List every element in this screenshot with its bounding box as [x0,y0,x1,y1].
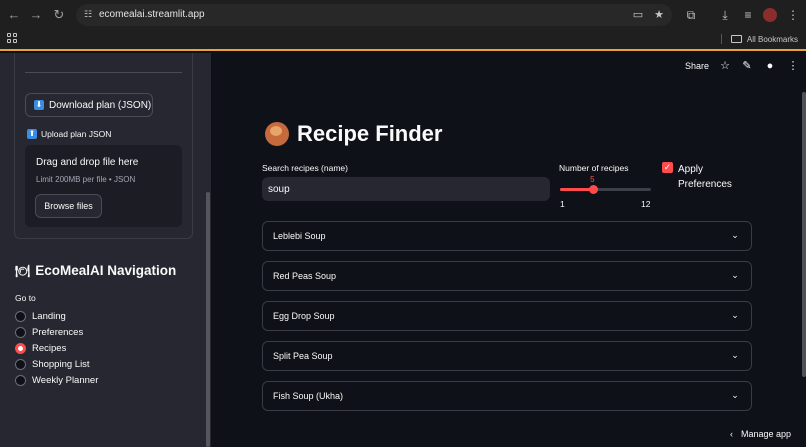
apply-preferences-checkbox[interactable]: ✓ [662,162,673,173]
chevron-down-icon: ⌄ [731,270,739,280]
chevron-left-icon: ‹ [730,429,733,439]
nav-item-label: Shopping List [32,359,90,370]
download-icon: ⬇ [34,100,44,110]
page-title-text: Recipe Finder [297,121,443,146]
nav-item-shopping-list[interactable]: Shopping List [15,359,90,370]
recipe-expander[interactable]: Split Pea Soup ⌄ [262,341,752,371]
folder-icon [730,35,742,43]
nav-item-weekly-planner[interactable]: Weekly Planner [15,375,98,386]
nav-item-landing[interactable]: Landing [15,311,66,322]
divider [25,72,182,73]
radio-icon[interactable] [15,327,26,338]
profile-avatar[interactable] [763,8,777,22]
divider [720,34,722,44]
back-icon[interactable]: ← [6,7,22,23]
star-icon[interactable]: ☆ [718,59,732,73]
nav-item-label: Preferences [32,327,84,338]
manage-app-label: Manage app [741,429,792,439]
chef-icon [265,122,289,146]
forward-icon[interactable]: → [28,7,44,23]
recipe-name: Split Pea Soup [273,351,333,361]
nav-item-preferences[interactable]: Preferences [15,327,83,338]
nav-title: 🍽 EcoMealAI Navigation [15,263,176,278]
recipe-expander[interactable]: Leblebi Soup ⌄ [262,221,752,251]
bookmarks-bar: All Bookmarks [0,30,806,51]
browser-toolbar: ← → ↻ ☷ ecomealai.streamlit.app ▭ ★ ⧉ ⤓ … [0,0,806,30]
all-bookmarks-label: All Bookmarks [746,34,798,44]
search-input[interactable]: soup [262,177,550,201]
chevron-down-icon: ⌄ [731,350,739,360]
reload-icon[interactable]: ↻ [51,7,67,23]
recipe-name: Leblebi Soup [273,231,326,241]
dropzone-title: Drag and drop file here [36,157,139,168]
edit-icon[interactable]: ✎ [740,59,754,73]
recipe-name: Fish Soup (Ukha) [273,391,344,401]
main-scrollbar[interactable] [802,92,806,377]
chevron-down-icon: ⌄ [731,230,739,240]
sidebar-scrollbar[interactable] [206,192,210,447]
menu-icon[interactable]: ⋮ [785,7,801,23]
download-plan-button[interactable]: ⬇ Download plan (JSON) [25,93,153,117]
page-title: Recipe Finder [265,121,442,147]
plate-icon: 🍽 [15,263,31,278]
goto-label: Go to [15,293,36,303]
nav-item-label: Recipes [32,343,67,354]
search-label: Search recipes (name) [262,163,348,173]
chevron-down-icon: ⌄ [731,390,739,400]
nav-item-label: Landing [32,311,66,322]
apps-icon[interactable] [7,33,19,45]
radio-icon[interactable] [15,375,26,386]
slider-label: Number of recipes [559,163,629,173]
slider-max: 12 [641,199,651,209]
address-bar[interactable]: ☷ ecomealai.streamlit.app ▭ ★ [76,4,672,26]
all-bookmarks[interactable]: All Bookmarks [720,34,798,44]
slider-value: 5 [590,175,595,184]
recipe-expander[interactable]: Red Peas Soup ⌄ [262,261,752,291]
apply-preferences-label[interactable]: Apply Preferences [678,162,738,192]
extensions-icon[interactable]: ⧉ [683,7,699,23]
recipe-name: Red Peas Soup [273,271,337,281]
slider-thumb[interactable] [589,185,599,194]
radio-icon[interactable] [15,311,26,322]
manage-app-button[interactable]: ‹ Manage app [730,429,791,439]
recipe-expander[interactable]: Egg Drop Soup ⌄ [262,301,752,331]
nav-title-text: EcoMealAI Navigation [35,263,177,278]
bookmark-star-icon[interactable]: ★ [652,8,666,22]
file-dropzone[interactable]: Drag and drop file here Limit 200MB per … [25,145,182,227]
url-text: ecomealai.streamlit.app [99,9,205,20]
radio-icon[interactable] [15,359,26,370]
share-button[interactable]: Share [685,61,709,71]
browse-files-button[interactable]: Browse files [35,194,102,218]
nav-item-recipes[interactable]: Recipes [15,343,66,354]
slider-min: 1 [560,199,565,209]
upload-label-text: Upload plan JSON [41,129,112,139]
dropzone-subtitle: Limit 200MB per file • JSON [36,175,136,184]
recipe-name: Egg Drop Soup [273,311,335,321]
download-icon[interactable]: ⤓ [717,7,733,23]
recipe-expander[interactable]: Fish Soup (Ukha) ⌄ [262,381,752,411]
upload-icon: ⬆ [27,129,37,139]
install-icon[interactable]: ▭ [631,8,645,22]
download-plan-label: Download plan (JSON) [49,99,152,111]
nav-item-label: Weekly Planner [32,375,99,386]
site-info-icon[interactable]: ☷ [84,9,94,19]
github-icon[interactable]: ● [763,59,777,73]
recipe-count-slider[interactable] [560,188,651,191]
chevron-down-icon: ⌄ [731,310,739,320]
radio-selected-icon[interactable] [15,343,26,354]
more-icon[interactable]: ⋮ [786,59,800,73]
upload-label: ⬆ Upload plan JSON [27,129,111,139]
media-icon[interactable]: ≡ [740,7,756,23]
